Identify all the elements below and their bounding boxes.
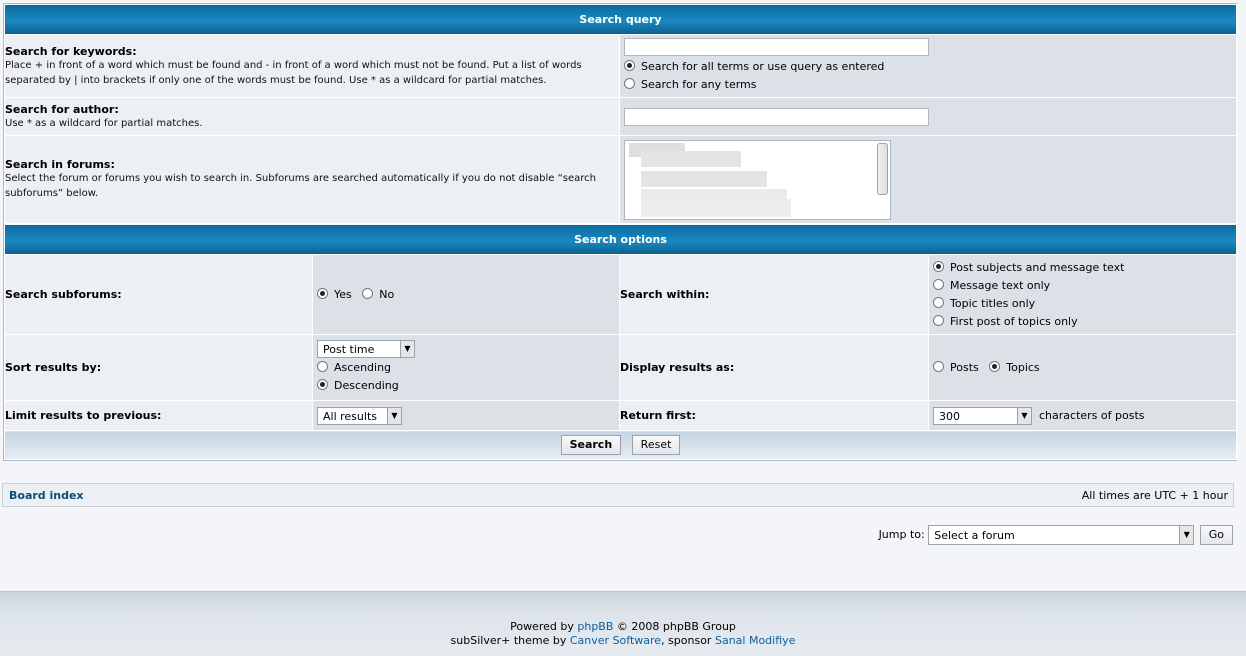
within-titles-option[interactable]: Topic titles only xyxy=(933,295,1232,313)
sort-ascending-option[interactable]: Ascending xyxy=(317,359,615,377)
forums-listbox[interactable] xyxy=(624,139,891,220)
forums-label-cell: Search in forums: Select the forum or fo… xyxy=(4,135,620,224)
author-label-cell: Search for author: Use * as a wildcard f… xyxy=(4,97,620,136)
sort-descending-radio[interactable] xyxy=(317,379,328,390)
sort-ascending-radio[interactable] xyxy=(317,361,328,372)
search-options-table: Search options Search subforums: Yes No … xyxy=(4,224,1237,460)
sort-descending-option[interactable]: Descending xyxy=(317,377,615,395)
chevron-down-icon: ▼ xyxy=(387,407,401,424)
phpbb-link[interactable]: phpBB xyxy=(577,620,613,633)
terms-all-option[interactable]: Search for all terms or use query as ent… xyxy=(624,58,1232,76)
subforums-yes-option[interactable]: Yes xyxy=(317,287,352,301)
timezone-text: All times are UTC + 1 hour xyxy=(1081,489,1228,502)
search-options-header: Search options xyxy=(4,224,1237,255)
search-button[interactable]: Search xyxy=(560,435,622,455)
display-options: Posts Topics xyxy=(928,334,1237,401)
jump-to-box: Jump to: Select a forum ▼ Go xyxy=(879,525,1233,545)
footer: Powered by phpBB © 2008 phpBB Group subS… xyxy=(0,591,1246,656)
keywords-input[interactable] xyxy=(624,38,929,56)
author-input-cell xyxy=(619,97,1237,136)
subforums-options: Yes No xyxy=(312,254,620,335)
limit-select[interactable]: All results ▼ xyxy=(317,406,402,425)
terms-any-radio[interactable] xyxy=(624,78,635,89)
within-subjects-option[interactable]: Post subjects and message text xyxy=(933,259,1232,277)
chevron-down-icon: ▼ xyxy=(1179,526,1194,544)
search-query-header: Search query xyxy=(4,4,1237,35)
display-posts-radio[interactable] xyxy=(933,360,944,372)
canver-link[interactable]: Canver Software xyxy=(570,634,661,647)
terms-all-radio[interactable] xyxy=(624,60,635,71)
sort-label: Sort results by: xyxy=(4,334,313,401)
display-posts-option[interactable]: Posts xyxy=(933,360,979,374)
chevron-down-icon: ▼ xyxy=(400,341,414,357)
search-within-label: Search within: xyxy=(619,254,929,335)
forums-label: Search in forums: xyxy=(5,158,115,171)
return-first-options: 300 ▼ characters of posts xyxy=(928,400,1237,431)
within-titles-radio[interactable] xyxy=(933,296,944,308)
keywords-label: Search for keywords: xyxy=(5,44,137,58)
form-buttons-row: Search Reset xyxy=(4,430,1237,460)
within-firstpost-option[interactable]: First post of topics only xyxy=(933,313,1232,331)
subforums-yes-radio[interactable] xyxy=(317,287,328,299)
search-within-options: Post subjects and message text Message t… xyxy=(928,254,1237,335)
within-message-option[interactable]: Message text only xyxy=(933,277,1232,295)
jump-to-select[interactable]: Select a forum ▼ xyxy=(928,525,1195,545)
navbar: Board index All times are UTC + 1 hour xyxy=(2,483,1234,507)
forums-description: Select the forum or forums you wish to s… xyxy=(5,173,596,199)
display-topics-option[interactable]: Topics xyxy=(989,360,1040,374)
keywords-input-cell: Search for all terms or use query as ent… xyxy=(619,34,1237,98)
author-label: Search for author: xyxy=(5,102,119,116)
jump-to-label: Jump to: xyxy=(878,528,925,541)
author-description: Use * as a wildcard for partial matches. xyxy=(5,117,203,129)
keywords-description: Place + in front of a word which must be… xyxy=(5,59,582,86)
return-first-label: Return first: xyxy=(619,400,929,431)
limit-options: All results ▼ xyxy=(312,400,620,431)
board-index-link[interactable]: Board index xyxy=(9,489,84,502)
forums-listbox-scrollbar[interactable] xyxy=(877,142,888,195)
display-label: Display results as: xyxy=(619,334,929,401)
search-panel: Search query Search for keywords: Place … xyxy=(3,3,1237,461)
limit-label: Limit results to previous: xyxy=(4,400,313,431)
chevron-down-icon: ▼ xyxy=(1017,407,1031,424)
terms-any-option[interactable]: Search for any terms xyxy=(624,76,1232,94)
keywords-label-cell: Search for keywords: Place + in front of… xyxy=(4,34,620,98)
forums-listbox-cell xyxy=(619,135,1237,224)
sort-key-select[interactable]: Post time ▼ xyxy=(317,340,415,358)
author-input[interactable] xyxy=(624,107,929,126)
return-first-select[interactable]: 300 ▼ xyxy=(933,406,1032,425)
subforums-label: Search subforums: xyxy=(4,254,313,335)
sanal-link[interactable]: Sanal Modifiye xyxy=(715,634,795,647)
within-firstpost-radio[interactable] xyxy=(933,314,944,326)
subforums-no-option[interactable]: No xyxy=(362,287,394,301)
display-topics-radio[interactable] xyxy=(989,360,1001,372)
subforums-no-radio[interactable] xyxy=(362,287,374,299)
go-button[interactable]: Go xyxy=(1199,525,1233,545)
within-subjects-radio[interactable] xyxy=(933,260,944,272)
return-first-suffix: characters of posts xyxy=(1039,408,1145,422)
search-query-table: Search query Search for keywords: Place … xyxy=(4,4,1237,224)
reset-button[interactable]: Reset xyxy=(631,435,681,455)
sort-options: Post time ▼ Ascending Descending xyxy=(312,334,620,401)
within-message-radio[interactable] xyxy=(933,278,944,290)
